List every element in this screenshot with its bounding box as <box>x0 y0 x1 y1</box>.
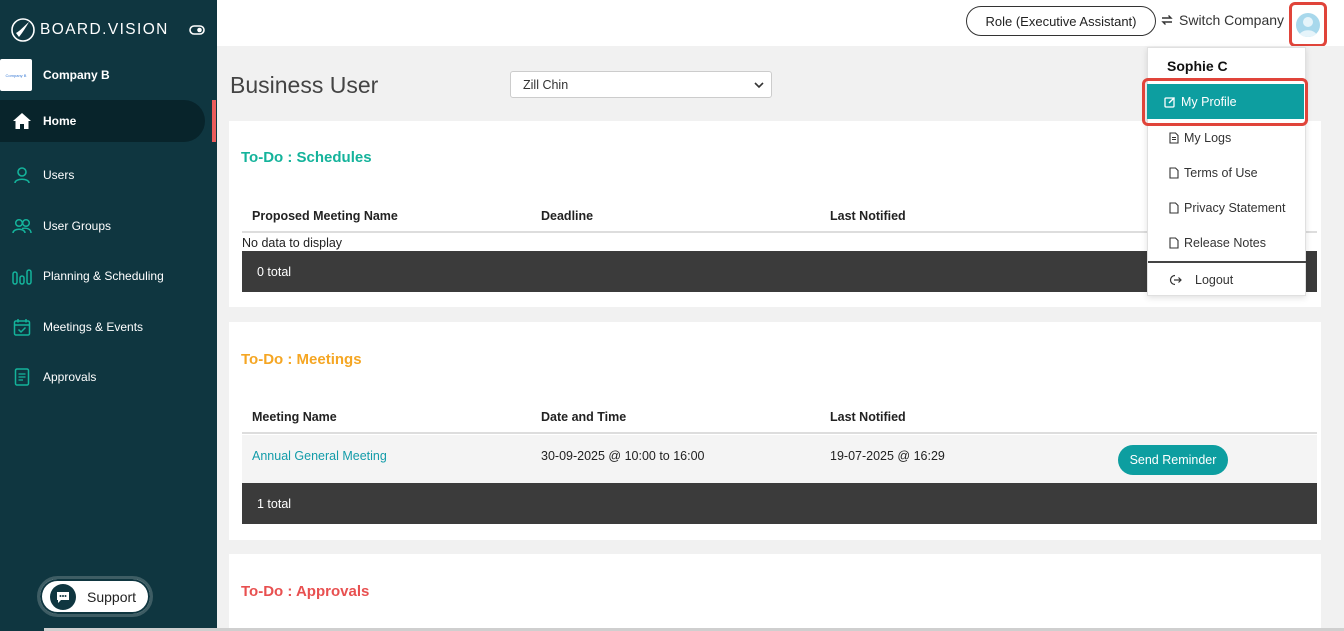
sidebar-item-approvals[interactable]: Approvals <box>0 352 217 403</box>
profile-dropdown-menu: Sophie C My Profile My Logs Terms of Use… <box>1142 47 1308 296</box>
company-name: Company B <box>43 68 110 82</box>
user-avatar-icon <box>1299 16 1317 37</box>
support-label: Support <box>87 588 137 605</box>
menu-item-label: Privacy Statement <box>1184 201 1286 215</box>
menu-item-my-logs[interactable]: My Logs <box>1169 131 1231 145</box>
page-title: Business User <box>230 72 379 98</box>
switch-company-link[interactable]: Switch Company <box>1160 12 1284 28</box>
my-profile-highlight: My Profile <box>1142 78 1308 126</box>
meeting-name-link[interactable]: Annual General Meeting <box>252 449 387 463</box>
sidebar-item-meetings-events[interactable]: Meetings & Events <box>0 302 217 353</box>
logout-icon <box>1169 274 1182 286</box>
approvals-title: To-Do : Approvals <box>241 583 370 600</box>
col-meeting-name[interactable]: Meeting Name <box>252 410 337 424</box>
switch-arrows-icon <box>1161 15 1173 25</box>
menu-item-label: Release Notes <box>1184 236 1266 250</box>
sidebar-item-home[interactable]: Home <box>0 100 216 142</box>
role-button[interactable]: Role (Executive Assistant) <box>966 6 1156 36</box>
sidebar-item-user-groups[interactable]: User Groups <box>0 201 217 252</box>
meetings-table-header: Meeting Name Date and Time Last Notified <box>242 400 1317 434</box>
bar-chart-icon <box>12 266 32 286</box>
col-last-notified[interactable]: Last Notified <box>830 410 906 424</box>
avatar <box>1296 12 1320 37</box>
file-icon <box>1169 202 1179 214</box>
menu-item-terms-of-use[interactable]: Terms of Use <box>1169 166 1258 180</box>
board-vision-logo-icon <box>11 18 35 42</box>
calendar-check-icon <box>12 317 32 337</box>
schedules-title: To-Do : Schedules <box>241 149 372 166</box>
file-text-icon <box>1169 132 1179 144</box>
sidebar-item-users[interactable]: Users <box>0 150 217 201</box>
menu-item-label: My Profile <box>1181 94 1237 109</box>
meeting-last-notified: 19-07-2025 @ 16:29 <box>830 449 945 463</box>
home-icon <box>12 111 32 131</box>
menu-item-release-notes[interactable]: Release Notes <box>1169 236 1266 250</box>
sidebar-item-label: Meetings & Events <box>43 319 144 334</box>
menu-item-my-profile[interactable]: My Profile <box>1147 84 1304 119</box>
col-deadline[interactable]: Deadline <box>541 209 593 223</box>
support-button[interactable]: Support <box>37 576 153 617</box>
divider <box>1148 261 1306 263</box>
user-avatar-button[interactable] <box>1289 2 1327 47</box>
brand-logo[interactable]: BOARD.VISION <box>10 16 169 44</box>
company-logo: Company B <box>0 59 32 91</box>
col-last-notified[interactable]: Last Notified <box>830 209 906 223</box>
user-groups-icon <box>12 216 32 236</box>
meetings-title: To-Do : Meetings <box>241 351 362 368</box>
file-icon <box>1169 237 1179 249</box>
meetings-card: To-Do : Meetings Meeting Name Date and T… <box>229 322 1321 540</box>
sidebar-item-label: User Groups <box>43 218 112 233</box>
sidebar: BOARD.VISION Company B Company B Home Us… <box>0 0 217 631</box>
approvals-card: To-Do : Approvals <box>229 554 1321 631</box>
col-proposed-meeting-name[interactable]: Proposed Meeting Name <box>252 209 398 223</box>
selected-user: Zill Chin <box>523 77 569 92</box>
menu-item-logout[interactable]: Logout <box>1169 273 1233 287</box>
file-icon <box>1169 167 1179 179</box>
sidebar-item-label: Home <box>43 114 77 128</box>
chat-support-icon <box>50 583 76 610</box>
edit-icon <box>1164 96 1175 108</box>
switch-company-label: Switch Company <box>1179 12 1285 28</box>
table-row: Annual General Meeting 30-09-2025 @ 10:0… <box>242 435 1317 483</box>
chevron-down-icon <box>754 82 764 89</box>
dropdown-user-name: Sophie C <box>1167 58 1228 74</box>
business-user-select[interactable]: Zill Chin <box>510 71 772 98</box>
empty-state: No data to display <box>242 236 343 250</box>
col-date-time[interactable]: Date and Time <box>541 410 626 424</box>
sidebar-item-label: Users <box>43 168 75 183</box>
sidebar-item-label: Approvals <box>43 370 97 385</box>
meetings-total: 1 total <box>242 483 1317 524</box>
sidebar-item-planning-scheduling[interactable]: Planning & Scheduling <box>0 251 217 302</box>
user-icon <box>12 165 32 185</box>
brand-name: BOARD.VISION <box>40 21 169 38</box>
send-reminder-button[interactable]: Send Reminder <box>1118 445 1228 475</box>
meeting-datetime: 30-09-2025 @ 10:00 to 16:00 <box>541 449 705 463</box>
menu-item-privacy-statement[interactable]: Privacy Statement <box>1169 201 1285 215</box>
sidebar-nav: Home Users User Groups Planning & Schedu… <box>0 100 217 403</box>
toggle-icon[interactable] <box>189 24 205 36</box>
menu-item-label: Terms of Use <box>1184 166 1258 180</box>
company-switcher[interactable]: Company B Company B <box>0 58 217 92</box>
sidebar-item-label: Planning & Scheduling <box>43 269 164 284</box>
menu-item-label: My Logs <box>1184 131 1232 145</box>
document-icon <box>12 367 32 387</box>
logout-label: Logout <box>1195 273 1234 287</box>
